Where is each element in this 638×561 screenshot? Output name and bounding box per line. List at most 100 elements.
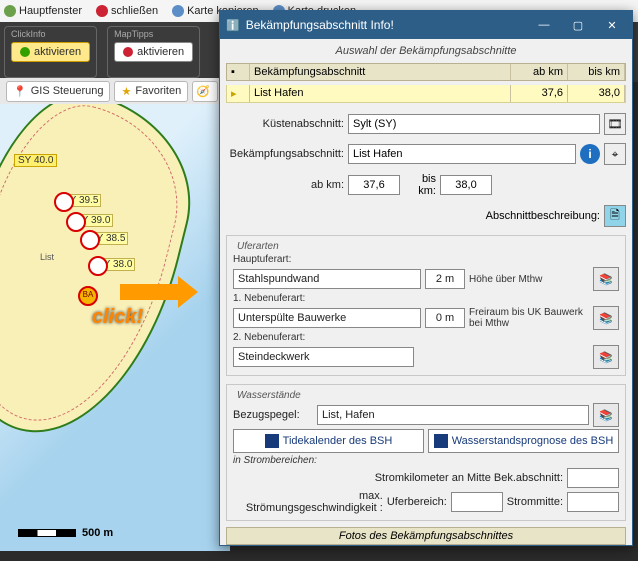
tab-gis[interactable]: 📍GIS Steuerung <box>6 81 110 102</box>
bezug-field[interactable]: List, Hafen <box>317 405 589 425</box>
kuesten-label: Küstenabschnitt: <box>226 118 344 130</box>
col-biskm: bis km <box>568 64 625 80</box>
tidekalender-button[interactable]: Tidekalender des BSH <box>233 429 424 453</box>
book-button[interactable]: 📚 <box>593 403 619 427</box>
ufer-label: Uferbereich: <box>387 496 447 508</box>
info-icon: ℹ️ <box>226 19 240 32</box>
haupt-side: Höhe über Mthw <box>469 274 589 285</box>
photos-section: Fotos des Bekämpfungsabschnittes ab km b… <box>226 527 626 545</box>
neb1-m-field[interactable]: 0 m <box>425 308 465 328</box>
doc-icon: 🗎 <box>610 206 620 227</box>
minimize-button[interactable]: ― <box>530 15 558 35</box>
km-marker[interactable] <box>80 230 100 250</box>
film-button[interactable]: 🎞 <box>604 113 626 135</box>
close-button[interactable]: ✕ <box>598 15 626 35</box>
segment-table-header: ▪ Bekämpfungsabschnitt ab km bis km <box>226 63 626 81</box>
toolbar-item-main[interactable]: Hauptfenster <box>4 5 82 17</box>
book-icon: 📚 <box>599 273 613 286</box>
biskm-label: bis km: <box>404 173 436 197</box>
uferarten-caption: Uferarten <box>233 241 283 252</box>
dialog-title: Bekämpfungsabschnitt Info! <box>246 18 524 32</box>
photos-header: Fotos des Bekämpfungsabschnittes <box>226 527 626 545</box>
info-dialog: ℹ️ Bekämpfungsabschnitt Info! ― ▢ ✕ Ausw… <box>219 10 633 546</box>
clickinfo-activate-button[interactable]: aktivieren <box>11 42 90 62</box>
biskm-field[interactable]: 38,0 <box>440 175 492 195</box>
haupt-m-field[interactable]: 2 m <box>425 269 465 289</box>
km-marker[interactable] <box>66 212 86 232</box>
info-button[interactable]: i <box>580 144 600 164</box>
bek-field[interactable]: List Hafen <box>348 144 576 164</box>
place-label: List <box>40 252 54 262</box>
status-dot-off-icon <box>123 47 133 57</box>
book-icon: 📚 <box>599 409 613 422</box>
beschreibung-button[interactable]: 🗎 <box>604 205 626 227</box>
strom-caption: in Strombereichen: <box>233 455 619 466</box>
book-button[interactable]: 📚 <box>593 306 619 330</box>
dialog-titlebar[interactable]: ℹ️ Bekämpfungsabschnitt Info! ― ▢ ✕ <box>220 11 632 39</box>
pin-icon: 📍 <box>13 85 27 98</box>
row-icon-col: ▪ <box>227 64 250 80</box>
locate-button[interactable]: ⌖ <box>604 143 626 165</box>
tab-favoriten[interactable]: ★Favoriten <box>114 81 188 102</box>
neb2-field[interactable]: Steindeckwerk <box>233 347 414 367</box>
maximize-button[interactable]: ▢ <box>564 15 592 35</box>
compass-icon: 🧭 <box>196 85 210 98</box>
neb2-label: 2. Nebenuferart: <box>233 332 619 343</box>
section-header: Auswahl der Bekämpfungsabschnitte <box>226 43 626 59</box>
clickinfo-title: ClickInfo <box>11 29 90 39</box>
close-icon <box>96 5 108 17</box>
book-icon: 📚 <box>599 312 613 325</box>
maptipps-activate-button[interactable]: aktivieren <box>114 42 193 62</box>
strom1-label: Stromkilometer an Mitte Bek.abschnitt: <box>233 472 563 484</box>
neb1-side: Freiraum bis UK Bauwerk bei Mthw <box>469 307 589 329</box>
col-name: Bekämpfungsabschnitt <box>250 64 511 80</box>
book-button[interactable]: 📚 <box>593 345 619 369</box>
segment-table-row[interactable]: ▸ List Hafen 37,6 38,0 <box>226 85 626 103</box>
col-abkm: ab km <box>511 64 568 80</box>
tide-icon <box>265 434 279 448</box>
neb1-label: 1. Nebenuferart: <box>233 293 619 304</box>
book-icon: 📚 <box>599 351 613 364</box>
ba-marker[interactable]: BA <box>78 286 98 306</box>
stromkm-field[interactable] <box>567 468 619 488</box>
neb1-field[interactable]: Unterspülte Bauwerke <box>233 308 421 328</box>
book-button[interactable]: 📚 <box>593 267 619 291</box>
home-icon <box>4 5 16 17</box>
beschreibung-label: Abschnittbeschreibung: <box>486 210 600 222</box>
abkm-label: ab km: <box>226 179 344 191</box>
click-label: click! <box>92 306 143 329</box>
km-marker[interactable] <box>88 256 108 276</box>
maptipps-group: MapTipps aktivieren <box>107 26 200 78</box>
prognose-button[interactable]: Wasserstandsprognose des BSH <box>428 429 619 453</box>
uferarten-group: Uferarten Hauptuferart: Stahlspundwand 2… <box>226 235 626 376</box>
wasser-caption: Wasserstände <box>233 390 305 401</box>
kuesten-field[interactable]: Sylt (SY) <box>348 114 600 134</box>
mitte-field[interactable] <box>567 492 619 512</box>
abkm-field[interactable]: 37,6 <box>348 175 400 195</box>
strom2-label: max. Strömungsgeschwindigkeit : <box>233 490 383 514</box>
film-icon: 🎞 <box>607 117 622 131</box>
map-canvas[interactable]: SY 40.0 SY 39.5 SY 39.0 SY 38.5 SY 38.0 … <box>0 104 230 551</box>
tab-compass[interactable]: 🧭 <box>192 81 218 102</box>
km-marker[interactable] <box>54 192 74 212</box>
copy-icon <box>172 5 184 17</box>
status-dot-on-icon <box>20 47 30 57</box>
ufer-field[interactable] <box>451 492 503 512</box>
forecast-icon <box>434 434 448 448</box>
haupt-label: Hauptuferart: <box>233 254 619 265</box>
bezug-label: Bezugspegel: <box>233 409 313 421</box>
play-icon: ▸ <box>227 85 250 102</box>
mitte-label: Strommitte: <box>507 496 563 508</box>
star-icon: ★ <box>121 85 131 98</box>
bek-label: Bekämpfungsabschnitt: <box>226 148 344 160</box>
haupt-field[interactable]: Stahlspundwand <box>233 269 421 289</box>
clickinfo-group: ClickInfo aktivieren <box>4 26 97 78</box>
locate-icon: ⌖ <box>612 147 619 162</box>
segment-banner: SY 40.0 <box>14 154 57 167</box>
toolbar-item-close[interactable]: schließen <box>96 5 158 17</box>
maptipps-title: MapTipps <box>114 29 193 39</box>
scale-bar: 500 m <box>18 527 113 539</box>
scale-icon <box>18 529 76 537</box>
tabstrip: 📍GIS Steuerung ★Favoriten 🧭 <box>0 78 242 105</box>
wasserstaende-group: Wasserstände Bezugspegel: List, Hafen 📚 … <box>226 384 626 521</box>
